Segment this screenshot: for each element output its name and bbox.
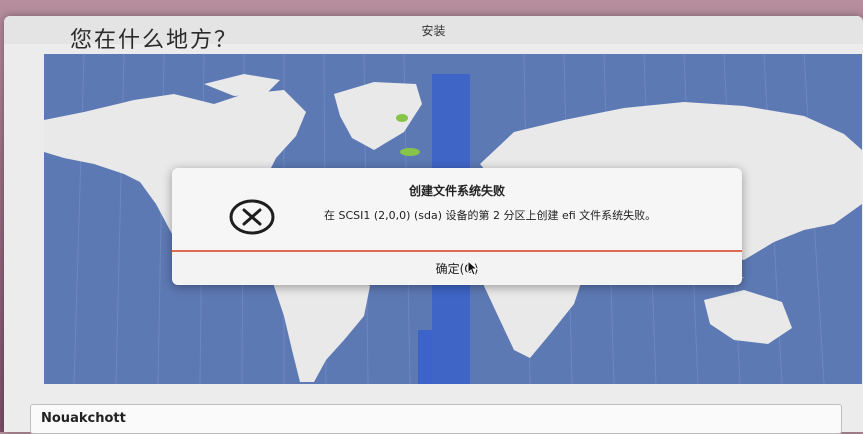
dialog-message: 在 SCSI1 (2,0,0) (sda) 设备的第 2 分区上创建 efi 文…	[324, 209, 657, 222]
error-icon	[229, 199, 275, 235]
dialog-title: 创建文件系统失败	[408, 184, 505, 198]
mouse-cursor-icon	[467, 260, 479, 276]
error-dialog: 创建文件系统失败 在 SCSI1 (2,0,0) (sda) 设备的第 2 分区…	[172, 168, 742, 285]
timezone-highlight-offset	[418, 330, 432, 384]
location-value: Nouakchott	[41, 411, 126, 426]
location-field[interactable]: Nouakchott	[30, 404, 842, 434]
window-title: 安装	[421, 24, 446, 38]
page-title: 您在什么地方？	[70, 28, 239, 53]
ok-button[interactable]: 确定(O)	[172, 252, 742, 284]
